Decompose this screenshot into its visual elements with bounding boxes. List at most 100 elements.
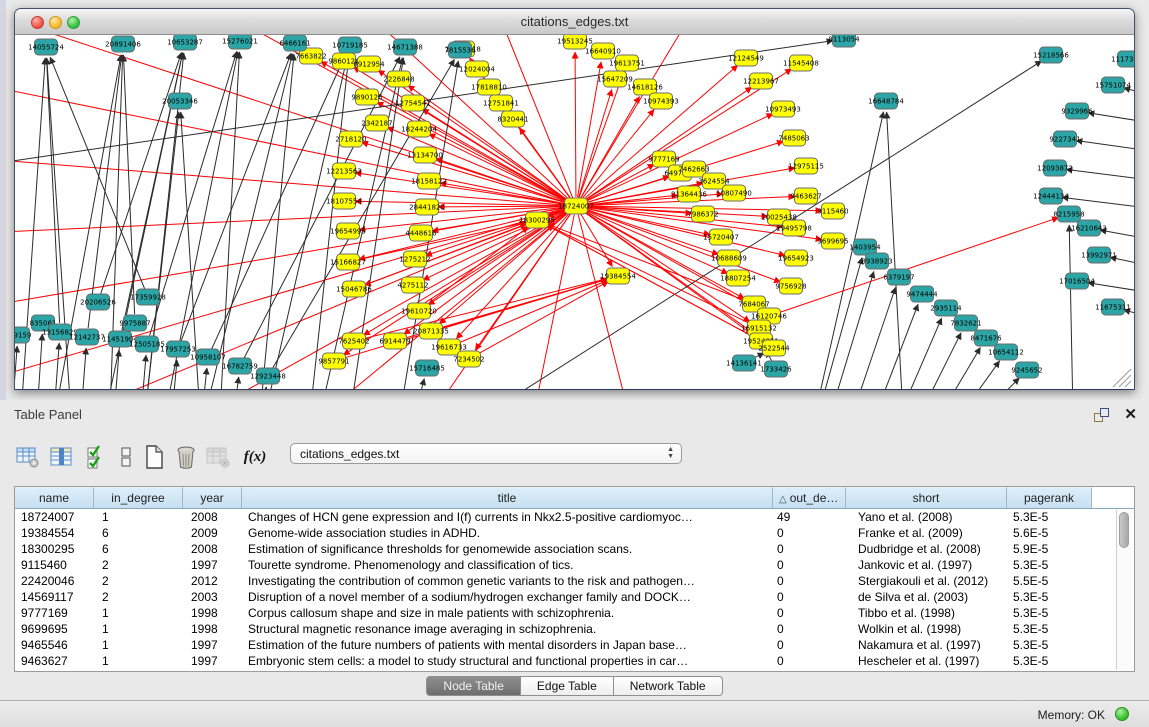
graph-node[interactable]: 9699695 xyxy=(817,233,848,249)
graph-node[interactable]: 19610720 xyxy=(401,303,437,319)
graph-node[interactable]: 20206526 xyxy=(80,294,116,310)
network-window-titlebar[interactable]: citations_edges.txt xyxy=(15,9,1134,35)
graph-node[interactable]: 9115460 xyxy=(817,203,848,219)
graph-node[interactable]: 12751841 xyxy=(483,95,519,111)
graph-node[interactable]: 7832621 xyxy=(950,315,981,331)
graph-node[interactable]: 11173504 xyxy=(1111,51,1135,67)
graph-node[interactable]: 9474444 xyxy=(906,286,938,302)
graph-node[interactable]: 8320441 xyxy=(497,111,528,127)
table-row[interactable]: 946362711997Embryonic stem cells: a mode… xyxy=(15,653,1134,669)
graph-node[interactable]: 19654923 xyxy=(778,250,814,266)
column-header-pagerank[interactable]: pagerank xyxy=(1007,487,1092,508)
column-header-name[interactable]: name xyxy=(15,487,94,508)
graph-node[interactable]: 15751074 xyxy=(1095,77,1131,93)
graph-node[interactable]: 20891406 xyxy=(105,36,141,52)
graph-node[interactable]: 10653287 xyxy=(167,35,203,50)
row-check-button[interactable] xyxy=(82,442,110,472)
graph-node[interactable]: 9975887 xyxy=(119,315,150,331)
table-row[interactable]: 1872400712008Changes of HCN gene express… xyxy=(15,509,1134,525)
row-height-button[interactable] xyxy=(112,442,140,472)
table-row[interactable]: 946554611997Estimation of the future num… xyxy=(15,637,1134,653)
graph-node[interactable]: 9329966 xyxy=(1061,103,1093,119)
graph-node[interactable]: 2522544 xyxy=(758,340,790,356)
graph-node[interactable]: 13992971 xyxy=(1081,247,1117,263)
graph-node[interactable]: 14055724 xyxy=(28,39,64,55)
graph-node[interactable]: 8471676 xyxy=(970,330,1002,346)
graph-node[interactable]: 17016504 xyxy=(1059,273,1095,289)
table-row[interactable]: 977716911998Corpus callosum shape and si… xyxy=(15,605,1134,621)
graph-node[interactable]: 19654993 xyxy=(330,223,366,239)
graph-node[interactable]: 15720407 xyxy=(703,229,739,245)
tab-edge-table[interactable]: Edge Table xyxy=(521,676,614,696)
graph-node[interactable]: 8215958 xyxy=(1053,206,1084,222)
graph-node[interactable]: 10719185 xyxy=(332,37,368,53)
graph-node[interactable]: 11675311 xyxy=(1095,299,1131,315)
graph-node[interactable]: 12093872 xyxy=(1037,160,1073,176)
graph-node[interactable]: 18158122 xyxy=(411,173,447,189)
graph-node[interactable]: 2935114 xyxy=(930,300,962,316)
table-row[interactable]: 2242004622012Investigating the contribut… xyxy=(15,573,1134,589)
delete-column-button[interactable] xyxy=(172,442,200,472)
graph-node[interactable]: 14671388 xyxy=(387,39,423,55)
graph-node[interactable]: 15218566 xyxy=(1033,47,1069,63)
column-header-short[interactable]: short xyxy=(846,487,1007,508)
graph-node[interactable]: 8113054 xyxy=(828,35,860,47)
graph-node[interactable]: 12213967 xyxy=(743,73,779,89)
graph-node[interactable]: 4448616 xyxy=(405,225,437,241)
graph-node[interactable]: 7625402 xyxy=(338,333,369,349)
graph-node[interactable]: 12024004 xyxy=(459,61,495,77)
table-row[interactable]: 1830029562008Estimation of significance … xyxy=(15,541,1134,557)
tab-network-table[interactable]: Network Table xyxy=(614,676,723,696)
column-header-year[interactable]: year xyxy=(183,487,242,508)
function-builder-button[interactable]: f(x) xyxy=(238,442,272,472)
graph-node[interactable]: 7986372 xyxy=(687,206,718,222)
scrollbar-thumb[interactable] xyxy=(1119,512,1129,548)
graph-node[interactable]: 9857791 xyxy=(318,353,349,369)
graph-node[interactable]: 15166827 xyxy=(330,254,366,270)
graph-node[interactable]: 17359928 xyxy=(130,289,166,305)
graph-node[interactable]: 8938923 xyxy=(861,253,892,269)
tab-node-table[interactable]: Node Table xyxy=(426,676,521,696)
graph-node[interactable]: 12124549 xyxy=(728,50,764,66)
graph-node[interactable]: 15276021 xyxy=(222,35,258,49)
graph-node[interactable]: 6466161 xyxy=(279,35,310,51)
graph-node[interactable]: 8912954 xyxy=(353,56,385,72)
graph-node[interactable]: 1733426 xyxy=(760,361,792,377)
table-row[interactable]: 911546021997Tourette syndrome. Phenomeno… xyxy=(15,557,1134,573)
table-settings-button[interactable] xyxy=(14,442,42,472)
vertical-scrollbar[interactable] xyxy=(1116,510,1131,670)
close-panel-button[interactable]: ✕ xyxy=(1124,405,1137,423)
graph-node[interactable]: 11545408 xyxy=(783,55,819,71)
graph-node[interactable]: 2342187 xyxy=(361,115,392,131)
graph-node[interactable]: 16648784 xyxy=(868,93,904,109)
network-canvas[interactable]: 1872400797771696497568746266336245542136… xyxy=(15,35,1135,390)
graph-node[interactable]: 12975115 xyxy=(788,158,824,174)
table-selector-dropdown[interactable]: citations_edges.txt ▲▼ xyxy=(290,443,682,464)
column-header-title[interactable]: title xyxy=(242,487,773,508)
graph-node[interactable]: 7234502 xyxy=(453,351,484,367)
graph-node[interactable]: 9890126 xyxy=(351,89,383,105)
column-header-out_degree[interactable]: △out_de… xyxy=(773,487,846,508)
graph-node[interactable]: 939159 xyxy=(15,327,31,343)
graph-node[interactable]: 9227341 xyxy=(1049,131,1080,147)
graph-node[interactable]: 12213563 xyxy=(326,163,362,179)
graph-node[interactable]: 6379197 xyxy=(883,269,914,285)
graph-node[interactable]: 15046786 xyxy=(336,281,372,297)
graph-node[interactable]: 4275112 xyxy=(397,277,428,293)
graph-node[interactable]: 18244204 xyxy=(401,121,437,137)
graph-node[interactable]: 7815536 xyxy=(444,42,476,58)
graph-node[interactable]: 1275212 xyxy=(399,251,430,267)
column-header-in_degree[interactable]: in_degree xyxy=(94,487,183,508)
graph-node[interactable]: 15716485 xyxy=(409,360,445,376)
graph-node[interactable]: 12444134 xyxy=(1033,188,1069,204)
graph-node[interactable]: 2718120 xyxy=(335,131,366,147)
float-panel-button[interactable] xyxy=(1094,408,1109,422)
graph-node[interactable]: 14136141 xyxy=(726,355,762,371)
graph-node[interactable]: 9463627 xyxy=(790,188,821,204)
graph-node[interactable]: 6914479 xyxy=(379,333,410,349)
table-row[interactable]: 1938455462009Genome-wide association stu… xyxy=(15,525,1134,541)
graph-node[interactable]: 9245652 xyxy=(1011,362,1042,378)
table-row[interactable]: 1456911722003Disruption of a novel membe… xyxy=(15,589,1134,605)
graph-node[interactable]: 2226848 xyxy=(383,71,414,87)
column-select-button[interactable] xyxy=(48,442,76,472)
